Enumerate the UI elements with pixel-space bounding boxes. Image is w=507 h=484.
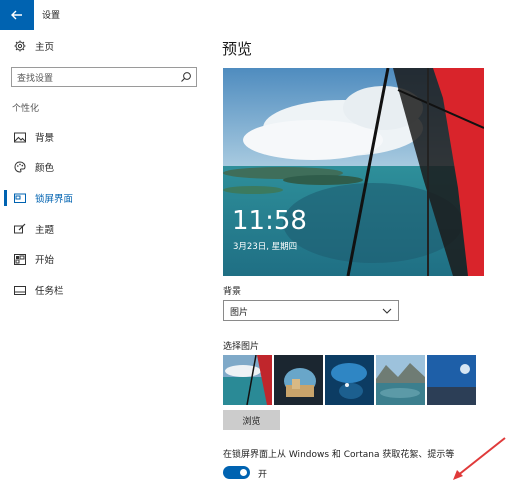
chevron-down-icon [382, 308, 392, 314]
section-label: 个性化 [12, 104, 40, 114]
preview-date: 3月23日, 星期四 [233, 242, 298, 252]
sidebar-item-colors[interactable]: 颜色 [0, 155, 205, 179]
sidebar-item-start[interactable]: 开始 [0, 247, 205, 271]
back-button[interactable] [0, 0, 34, 30]
sidebar-item-background[interactable]: 背景 [0, 125, 205, 149]
back-arrow-icon [11, 10, 22, 20]
thumbnail-2[interactable] [274, 355, 323, 405]
thumbnail-3[interactable] [325, 355, 374, 405]
page-title: 预览 [222, 40, 253, 58]
palette-icon [13, 160, 27, 174]
browse-button[interactable]: 浏览 [223, 410, 280, 430]
sidebar-item-home[interactable]: 主页 [0, 34, 205, 58]
sidebar-item-label: 开始 [35, 255, 55, 266]
background-label: 背景 [223, 287, 242, 297]
choose-picture-label: 选择图片 [223, 342, 260, 352]
sidebar-item-label: 主题 [35, 225, 55, 236]
sidebar-item-label: 任务栏 [35, 286, 64, 297]
sidebar-item-label: 颜色 [35, 163, 55, 174]
sidebar-item-label: 背景 [35, 133, 55, 144]
toggle-knob [240, 469, 247, 476]
search-input[interactable]: 查找设置 [11, 67, 197, 87]
sidebar: 主页 查找设置 个性化 背景 颜色 锁屏界面 主题 开始 任务栏 [0, 30, 205, 484]
title-bar: 设置 [0, 0, 507, 30]
start-icon [13, 252, 27, 266]
taskbar-icon [13, 283, 27, 297]
sidebar-item-label: 主页 [35, 42, 55, 53]
gear-icon [13, 39, 27, 53]
lock-screen-icon [13, 191, 27, 205]
search-placeholder: 查找设置 [17, 74, 54, 84]
thumbnail-4[interactable] [376, 355, 425, 405]
sidebar-item-lock-screen[interactable]: 锁屏界面 [0, 186, 205, 210]
search-icon [181, 72, 191, 82]
watermark-arrow [453, 437, 506, 480]
background-select-value: 图片 [230, 308, 249, 318]
background-select[interactable]: 图片 [223, 300, 399, 321]
brush-icon [13, 222, 27, 236]
picture-icon [13, 130, 27, 144]
window-title: 设置 [42, 11, 61, 21]
lock-screen-preview: 11:58 3月23日, 星期四 [223, 68, 484, 276]
sidebar-item-label: 锁屏界面 [35, 194, 74, 205]
tips-toggle[interactable] [223, 466, 250, 479]
main-content: 预览 11:58 3月23日, 星期四 背景 图片 选择图片 浏览 在锁屏界面上… [205, 30, 507, 484]
thumbnail-1[interactable] [223, 355, 272, 405]
preview-time: 11:58 [232, 206, 307, 236]
thumbnail-5[interactable] [427, 355, 476, 405]
toggle-state-label: 开 [258, 470, 268, 480]
active-indicator [4, 190, 7, 206]
sidebar-item-taskbar[interactable]: 任务栏 [0, 278, 205, 302]
sidebar-item-themes[interactable]: 主题 [0, 217, 205, 241]
